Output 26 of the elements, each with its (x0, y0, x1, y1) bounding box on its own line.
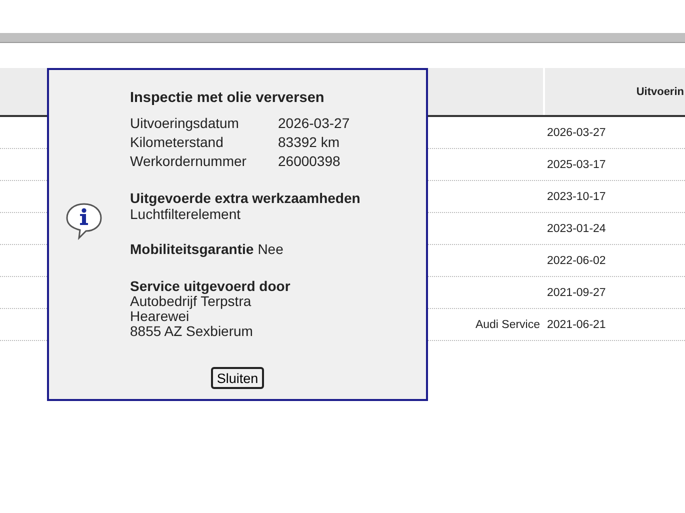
table-cell: 2023-10-17 (547, 190, 606, 202)
section-heading: Uitgevoerde extra werkzaamheden (130, 190, 360, 206)
column-header: Uitvoerin (636, 86, 684, 98)
table-cell: 2023-01-24 (547, 222, 606, 234)
section-text: Luchtfilterelement (130, 206, 242, 222)
table-cell: 2026-03-27 (547, 126, 606, 138)
address-line: Hearewei (130, 309, 190, 324)
address-line: Autobedrijf Terpstra (130, 294, 252, 309)
table-cell: 2022-06-02 (547, 254, 606, 266)
close-button[interactable]: Sluiten (210, 367, 264, 389)
info-icon (65, 202, 103, 240)
field-label: Uitvoeringsdatum (130, 115, 240, 131)
field-value: Nee (258, 241, 284, 257)
table-cell: 2025-03-17 (547, 158, 606, 170)
table-cell: Audi Service (475, 318, 540, 330)
field-label: Werkordernummer (130, 153, 248, 169)
table-cell: 2021-09-27 (547, 286, 606, 298)
field-value: 2026-03-27 (278, 115, 351, 131)
field-label: Kilometerstand (130, 134, 224, 150)
section-heading: Service uitgevoerd door (130, 278, 292, 294)
address-line: 8855 AZ Sexbierum (130, 324, 254, 339)
dialog-title: Inspectie met olie verversen (130, 90, 326, 106)
field-label: Mobiliteitsgarantie (130, 241, 254, 257)
table-cell: 2021-06-21 (547, 318, 606, 330)
field-value: 83392 km (278, 134, 340, 150)
field-value: 26000398 (278, 153, 342, 169)
